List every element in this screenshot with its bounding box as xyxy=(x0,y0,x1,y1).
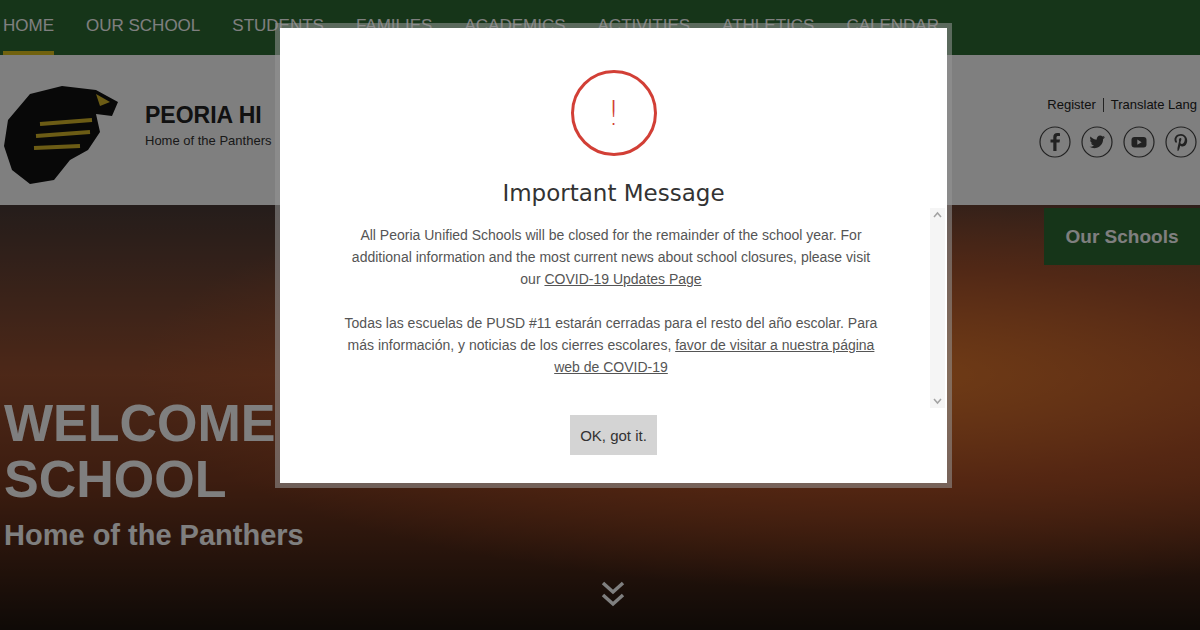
dialog-body: All Peoria Unified Schools will be close… xyxy=(280,208,930,408)
modal-backdrop[interactable]: ! Important Message All Peoria Unified S… xyxy=(0,0,1200,630)
scrollbar-track[interactable] xyxy=(930,222,945,394)
scroll-up-icon[interactable] xyxy=(930,208,945,222)
alert-icon: ! xyxy=(571,70,657,156)
dialog-title: Important Message xyxy=(502,178,724,208)
covid-link[interactable]: COVID-19 Updates Page xyxy=(544,271,701,287)
dialog-actions: OK, got it. xyxy=(570,415,657,455)
dialog-paragraph: Todas las escuelas de PUSD #11 estarán c… xyxy=(340,312,882,378)
dialog-paragraph: All Peoria Unified Schools will be close… xyxy=(340,224,882,290)
scroll-down-icon[interactable] xyxy=(930,394,945,408)
ok-button[interactable]: OK, got it. xyxy=(570,415,657,455)
school-homepage: HOMEOUR SCHOOLSTUDENTSFAMILIESACADEMICSA… xyxy=(0,0,1200,630)
scrollbar[interactable] xyxy=(930,208,945,408)
dialog-scroll-area: All Peoria Unified Schools will be close… xyxy=(280,208,947,408)
important-message-dialog: ! Important Message All Peoria Unified S… xyxy=(280,28,947,483)
covid-link[interactable]: favor de visitar a nuestra página web de… xyxy=(554,337,874,375)
